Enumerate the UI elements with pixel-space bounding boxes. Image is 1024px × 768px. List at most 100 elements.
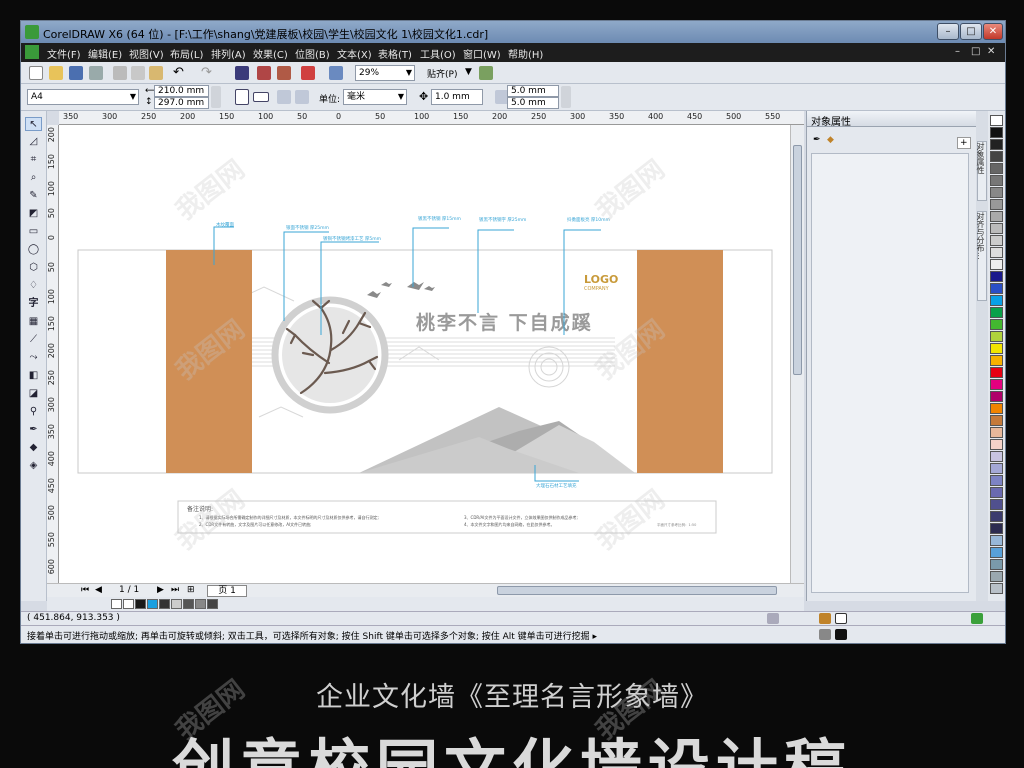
palette-swatch[interactable] bbox=[990, 499, 1003, 510]
menu-layout[interactable]: 布局(L) bbox=[170, 46, 203, 61]
palette-swatch[interactable] bbox=[990, 163, 1003, 174]
portrait-icon[interactable] bbox=[235, 89, 249, 105]
search-content-icon[interactable] bbox=[235, 66, 249, 80]
basic-shapes-tool-icon[interactable]: ♢ bbox=[25, 279, 42, 293]
palette-swatch[interactable] bbox=[990, 511, 1003, 522]
add-page-button[interactable]: ⊞ bbox=[187, 585, 195, 595]
application-launcher-icon[interactable] bbox=[301, 66, 315, 80]
blend-tool-icon[interactable]: ◧ bbox=[25, 369, 42, 383]
nudge-distance-input[interactable]: 1.0 mm bbox=[431, 89, 483, 105]
palette-swatch[interactable] bbox=[990, 127, 1003, 138]
ellipse-tool-icon[interactable]: ◯ bbox=[25, 243, 42, 257]
horizontal-ruler[interactable]: 350 300 250 200 150 100 50 0 50 100 150 200 250 300 35… bbox=[59, 111, 804, 125]
prev-page-button[interactable]: ◀ bbox=[95, 585, 102, 595]
document-palette-swatch[interactable] bbox=[111, 599, 122, 609]
next-page-button[interactable]: ▶ bbox=[157, 585, 164, 595]
landscape-icon[interactable] bbox=[253, 92, 269, 102]
connector-tool-icon[interactable]: ⤳ bbox=[25, 351, 42, 365]
palette-swatch[interactable] bbox=[990, 571, 1003, 582]
menu-view[interactable]: 视图(V) bbox=[129, 46, 164, 61]
first-page-button[interactable]: ⏮ bbox=[81, 585, 89, 595]
document-palette-swatch[interactable] bbox=[135, 599, 146, 609]
open-icon[interactable] bbox=[49, 66, 63, 80]
interactive-fill-tool-icon[interactable]: ◈ bbox=[25, 459, 42, 473]
horizontal-scroll-thumb[interactable] bbox=[497, 586, 777, 595]
palette-swatch[interactable] bbox=[990, 391, 1003, 402]
drawing-canvas[interactable]: 桃李不言 下自成蹊 LOGO COMPANY 木纹覆面 银面不锈钢 厚25mm bbox=[59, 125, 790, 583]
duplicate-spin-icon[interactable] bbox=[561, 86, 571, 108]
menu-text[interactable]: 文本(X) bbox=[337, 46, 372, 61]
palette-swatch[interactable] bbox=[990, 271, 1003, 282]
palette-swatch[interactable] bbox=[990, 235, 1003, 246]
vertical-scroll-thumb[interactable] bbox=[793, 145, 802, 375]
palette-swatch[interactable] bbox=[990, 343, 1003, 354]
undo-icon[interactable]: ↶ bbox=[173, 66, 187, 80]
dimension-tool-icon[interactable]: ⟋ bbox=[25, 333, 42, 347]
palette-swatch[interactable] bbox=[990, 331, 1003, 342]
export-icon[interactable] bbox=[277, 66, 291, 80]
palette-swatch[interactable] bbox=[990, 475, 1003, 486]
docker-options-button[interactable]: + bbox=[957, 137, 971, 149]
palette-swatch[interactable] bbox=[990, 379, 1003, 390]
menu-edit[interactable]: 编辑(E) bbox=[88, 46, 122, 61]
cut-icon[interactable] bbox=[113, 66, 127, 80]
document-palette-swatch[interactable] bbox=[123, 599, 134, 609]
transparency-tool-icon[interactable]: ◪ bbox=[25, 387, 42, 401]
doc-close-button[interactable]: ✕ bbox=[987, 46, 995, 57]
page-size-select[interactable]: A4 ▼ bbox=[27, 89, 139, 105]
polygon-tool-icon[interactable]: ⬡ bbox=[25, 261, 42, 275]
palette-swatch[interactable] bbox=[990, 295, 1003, 306]
palette-swatch[interactable] bbox=[990, 223, 1003, 234]
palette-swatch[interactable] bbox=[990, 403, 1003, 414]
menu-table[interactable]: 表格(T) bbox=[378, 46, 412, 61]
palette-swatch[interactable] bbox=[990, 451, 1003, 462]
fill-bucket-icon[interactable]: ◆ bbox=[827, 135, 834, 145]
options-icon[interactable] bbox=[479, 66, 493, 80]
paste-icon[interactable] bbox=[149, 66, 163, 80]
rectangle-tool-icon[interactable]: ▭ bbox=[25, 225, 42, 239]
palette-swatch[interactable] bbox=[990, 211, 1003, 222]
zoom-tool-icon[interactable]: ⌕ bbox=[25, 171, 42, 185]
palette-swatch[interactable] bbox=[990, 487, 1003, 498]
palette-swatch[interactable] bbox=[990, 199, 1003, 210]
outline-pen-icon[interactable]: ✒ bbox=[813, 135, 821, 145]
palette-swatch[interactable] bbox=[990, 547, 1003, 558]
palette-swatch[interactable] bbox=[990, 559, 1003, 570]
palette-swatch[interactable] bbox=[990, 523, 1003, 534]
menu-bitmaps[interactable]: 位图(B) bbox=[295, 46, 330, 61]
palette-swatch[interactable] bbox=[990, 415, 1003, 426]
menu-tools[interactable]: 工具(O) bbox=[420, 46, 456, 61]
menu-file[interactable]: 文件(F) bbox=[47, 46, 81, 61]
document-palette-swatch[interactable] bbox=[195, 599, 206, 609]
palette-swatch[interactable] bbox=[990, 139, 1003, 150]
palette-swatch[interactable] bbox=[990, 283, 1003, 294]
maximize-button[interactable]: □ bbox=[960, 23, 982, 40]
palette-swatch[interactable] bbox=[990, 427, 1003, 438]
palette-swatch[interactable] bbox=[990, 535, 1003, 546]
palette-swatch[interactable] bbox=[990, 247, 1003, 258]
smart-fill-tool-icon[interactable]: ◩ bbox=[25, 207, 42, 221]
freehand-tool-icon[interactable]: ✎ bbox=[25, 189, 42, 203]
docker-tab-object-properties[interactable]: 对象属性 bbox=[976, 141, 987, 201]
text-tool-icon[interactable]: 字 bbox=[25, 297, 42, 311]
snap-to-dropdown[interactable]: 贴齐(P) bbox=[427, 67, 457, 80]
palette-swatch[interactable] bbox=[990, 175, 1003, 186]
palette-swatch[interactable] bbox=[990, 355, 1003, 366]
docker-tab-align-distribute[interactable]: 对齐与分布... bbox=[976, 211, 987, 301]
size-spin-icon[interactable] bbox=[211, 86, 221, 108]
menu-effects[interactable]: 效果(C) bbox=[253, 46, 288, 61]
doc-minimize-button[interactable]: – bbox=[955, 46, 960, 57]
current-page-icon[interactable] bbox=[295, 90, 309, 104]
duplicate-y-input[interactable]: 5.0 mm bbox=[507, 97, 559, 109]
page-tab[interactable]: 页 1 bbox=[207, 585, 247, 597]
table-tool-icon[interactable]: ▦ bbox=[25, 315, 42, 329]
palette-swatch[interactable] bbox=[990, 319, 1003, 330]
menu-arrange[interactable]: 排列(A) bbox=[211, 46, 246, 61]
new-icon[interactable] bbox=[29, 66, 43, 80]
palette-swatch[interactable] bbox=[990, 151, 1003, 162]
duplicate-x-input[interactable]: 5.0 mm bbox=[507, 85, 559, 97]
page-height-input[interactable]: 297.0 mm bbox=[154, 97, 209, 109]
zoom-level-select[interactable]: 29% ▼ bbox=[355, 65, 415, 81]
palette-swatch[interactable] bbox=[990, 439, 1003, 450]
shape-tool-icon[interactable]: ◿ bbox=[25, 135, 42, 149]
